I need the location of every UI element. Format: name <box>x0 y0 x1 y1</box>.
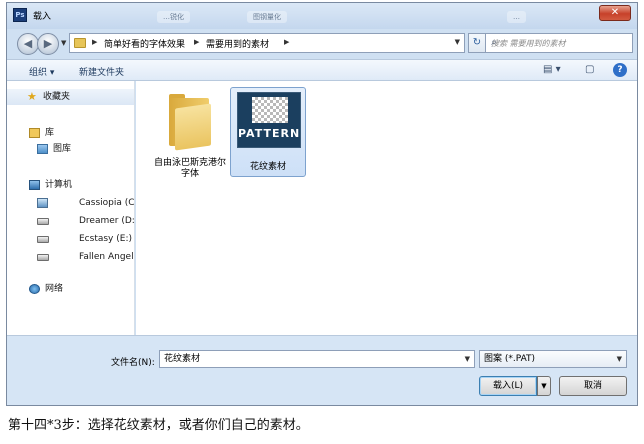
close-button[interactable]: ✕ <box>599 5 631 21</box>
caption-text: 第十四*3步：选择花纹素材，或者你们自己的素材。 <box>8 418 309 433</box>
library-icon <box>29 128 40 138</box>
sidebar-item-label: Fallen Angel <box>79 252 134 262</box>
thumbnail-text: PATTERN <box>238 127 301 140</box>
drive-icon <box>37 236 49 243</box>
folder-item[interactable]: 自由泳巴斯克港尔字体 <box>152 87 228 179</box>
breadcrumb-item[interactable]: 简单好看的字体效果 <box>104 37 185 50</box>
file-open-dialog: Ps 载入 …锐化 图钢量化 … ✕ ◀ ▶ ▼ ▶ 简单好看的字体效果 ▶ 需… <box>6 2 638 406</box>
breadcrumb-item[interactable]: 需要用到的素材 <box>206 37 269 50</box>
back-button[interactable]: ◀ <box>17 33 39 55</box>
sidebar-item-favorites[interactable]: ★ 收藏夹 <box>7 89 134 105</box>
picture-icon <box>37 144 48 154</box>
background-tab: 图钢量化 <box>247 11 287 23</box>
navigation-pane: ★ 收藏夹 库 图库 计算机 Cassiopia (C Dreamer (D: … <box>7 81 135 335</box>
breadcrumb-separator[interactable]: ▶ <box>194 38 199 46</box>
sidebar-item-network[interactable]: 网络 <box>7 281 134 297</box>
view-options-icon[interactable]: ▤ ▾ <box>543 64 561 75</box>
sidebar-item-drive[interactable]: Ecstasy (E:) <box>7 231 134 247</box>
new-folder-button[interactable]: 新建文件夹 <box>79 65 124 78</box>
background-tab: …锐化 <box>157 11 190 23</box>
file-type-select[interactable]: 图案 (*.PAT) ▼ <box>479 350 627 368</box>
system-drive-icon <box>37 198 48 208</box>
sidebar-item-drive[interactable]: Cassiopia (C <box>7 195 134 211</box>
cancel-button[interactable]: 取消 <box>559 376 627 396</box>
folder-icon <box>169 94 213 151</box>
preview-pane-icon[interactable]: ▢ <box>585 64 594 75</box>
transparency-checker <box>252 97 288 123</box>
sidebar-item-drive[interactable]: Dreamer (D: <box>7 213 134 229</box>
computer-icon <box>29 180 40 190</box>
address-bar[interactable]: ▶ 简单好看的字体效果 ▶ 需要用到的素材 ▶ ▼ <box>69 33 465 53</box>
forward-button[interactable]: ▶ <box>37 33 59 55</box>
breadcrumb-separator[interactable]: ▶ <box>284 38 289 46</box>
sidebar-item-label: Cassiopia (C <box>79 198 135 208</box>
filename-label: 文件名(N): <box>111 358 155 368</box>
network-icon <box>29 284 40 294</box>
sidebar-item-drive[interactable]: Fallen Angel <box>7 249 134 265</box>
dialog-footer: 文件名(N): 花纹素材 ▼ 图案 (*.PAT) ▼ 载入(L) ▼ 取消 <box>7 335 637 405</box>
search-icon: ⌕ <box>491 37 497 48</box>
sidebar-item-label: 库 <box>45 128 55 138</box>
sidebar-item-library[interactable]: 库 <box>7 125 134 141</box>
toolbar: 组织 ▾ 新建文件夹 ▤ ▾ ▢ ? <box>7 59 637 81</box>
drive-icon <box>37 254 49 261</box>
sidebar-item-label: Ecstasy (E:) <box>79 234 132 244</box>
load-button[interactable]: 载入(L) <box>479 376 537 396</box>
filename-field[interactable]: 花纹素材 ▼ <box>159 350 475 368</box>
pattern-file-item[interactable]: PATTERN 花纹素材 <box>230 87 306 177</box>
navigation-bar: ◀ ▶ ▼ ▶ 简单好看的字体效果 ▶ 需要用到的素材 ▶ ▼ ↻ 搜索 需要用… <box>7 29 637 59</box>
sidebar-item-pictures[interactable]: 图库 <box>7 141 134 157</box>
file-type-value: 图案 (*.PAT) <box>484 354 536 364</box>
background-tab: … <box>507 11 526 23</box>
search-input[interactable]: 搜索 需要用到的素材 ⌕ <box>485 33 633 53</box>
load-options-dropdown[interactable]: ▼ <box>537 376 551 396</box>
organize-menu[interactable]: 组织 ▾ <box>29 65 54 78</box>
file-name: 自由泳巴斯克港尔字体 <box>153 158 226 179</box>
sidebar-item-label: 收藏夹 <box>43 92 71 102</box>
sidebar-item-computer[interactable]: 计算机 <box>7 177 134 193</box>
sidebar-item-label: Dreamer (D: <box>79 216 135 226</box>
title-bar: Ps 载入 …锐化 图钢量化 … ✕ <box>7 3 637 29</box>
breadcrumb-separator[interactable]: ▶ <box>92 38 97 46</box>
file-name: 花纹素材 <box>249 162 286 172</box>
sidebar-item-label: 计算机 <box>45 180 73 190</box>
help-icon[interactable]: ? <box>613 63 627 77</box>
window-title: 载入 <box>33 12 52 22</box>
chevron-down-icon[interactable]: ▼ <box>455 38 460 46</box>
sidebar-item-label: 网络 <box>45 284 64 294</box>
file-list: 自由泳巴斯克港尔字体 PATTERN 花纹素材 <box>136 81 637 335</box>
drive-icon <box>37 218 49 225</box>
photoshop-icon: Ps <box>13 8 27 22</box>
chevron-down-icon[interactable]: ▼ <box>465 351 470 367</box>
refresh-button[interactable]: ↻ <box>468 33 486 53</box>
recent-locations-dropdown[interactable]: ▼ <box>61 39 66 47</box>
folder-icon <box>74 38 86 48</box>
pattern-file-thumbnail: PATTERN <box>237 92 301 148</box>
chevron-down-icon: ▼ <box>616 355 622 363</box>
sidebar-item-label: 图库 <box>53 144 72 154</box>
star-icon: ★ <box>27 90 37 103</box>
filename-value: 花纹素材 <box>164 354 201 364</box>
